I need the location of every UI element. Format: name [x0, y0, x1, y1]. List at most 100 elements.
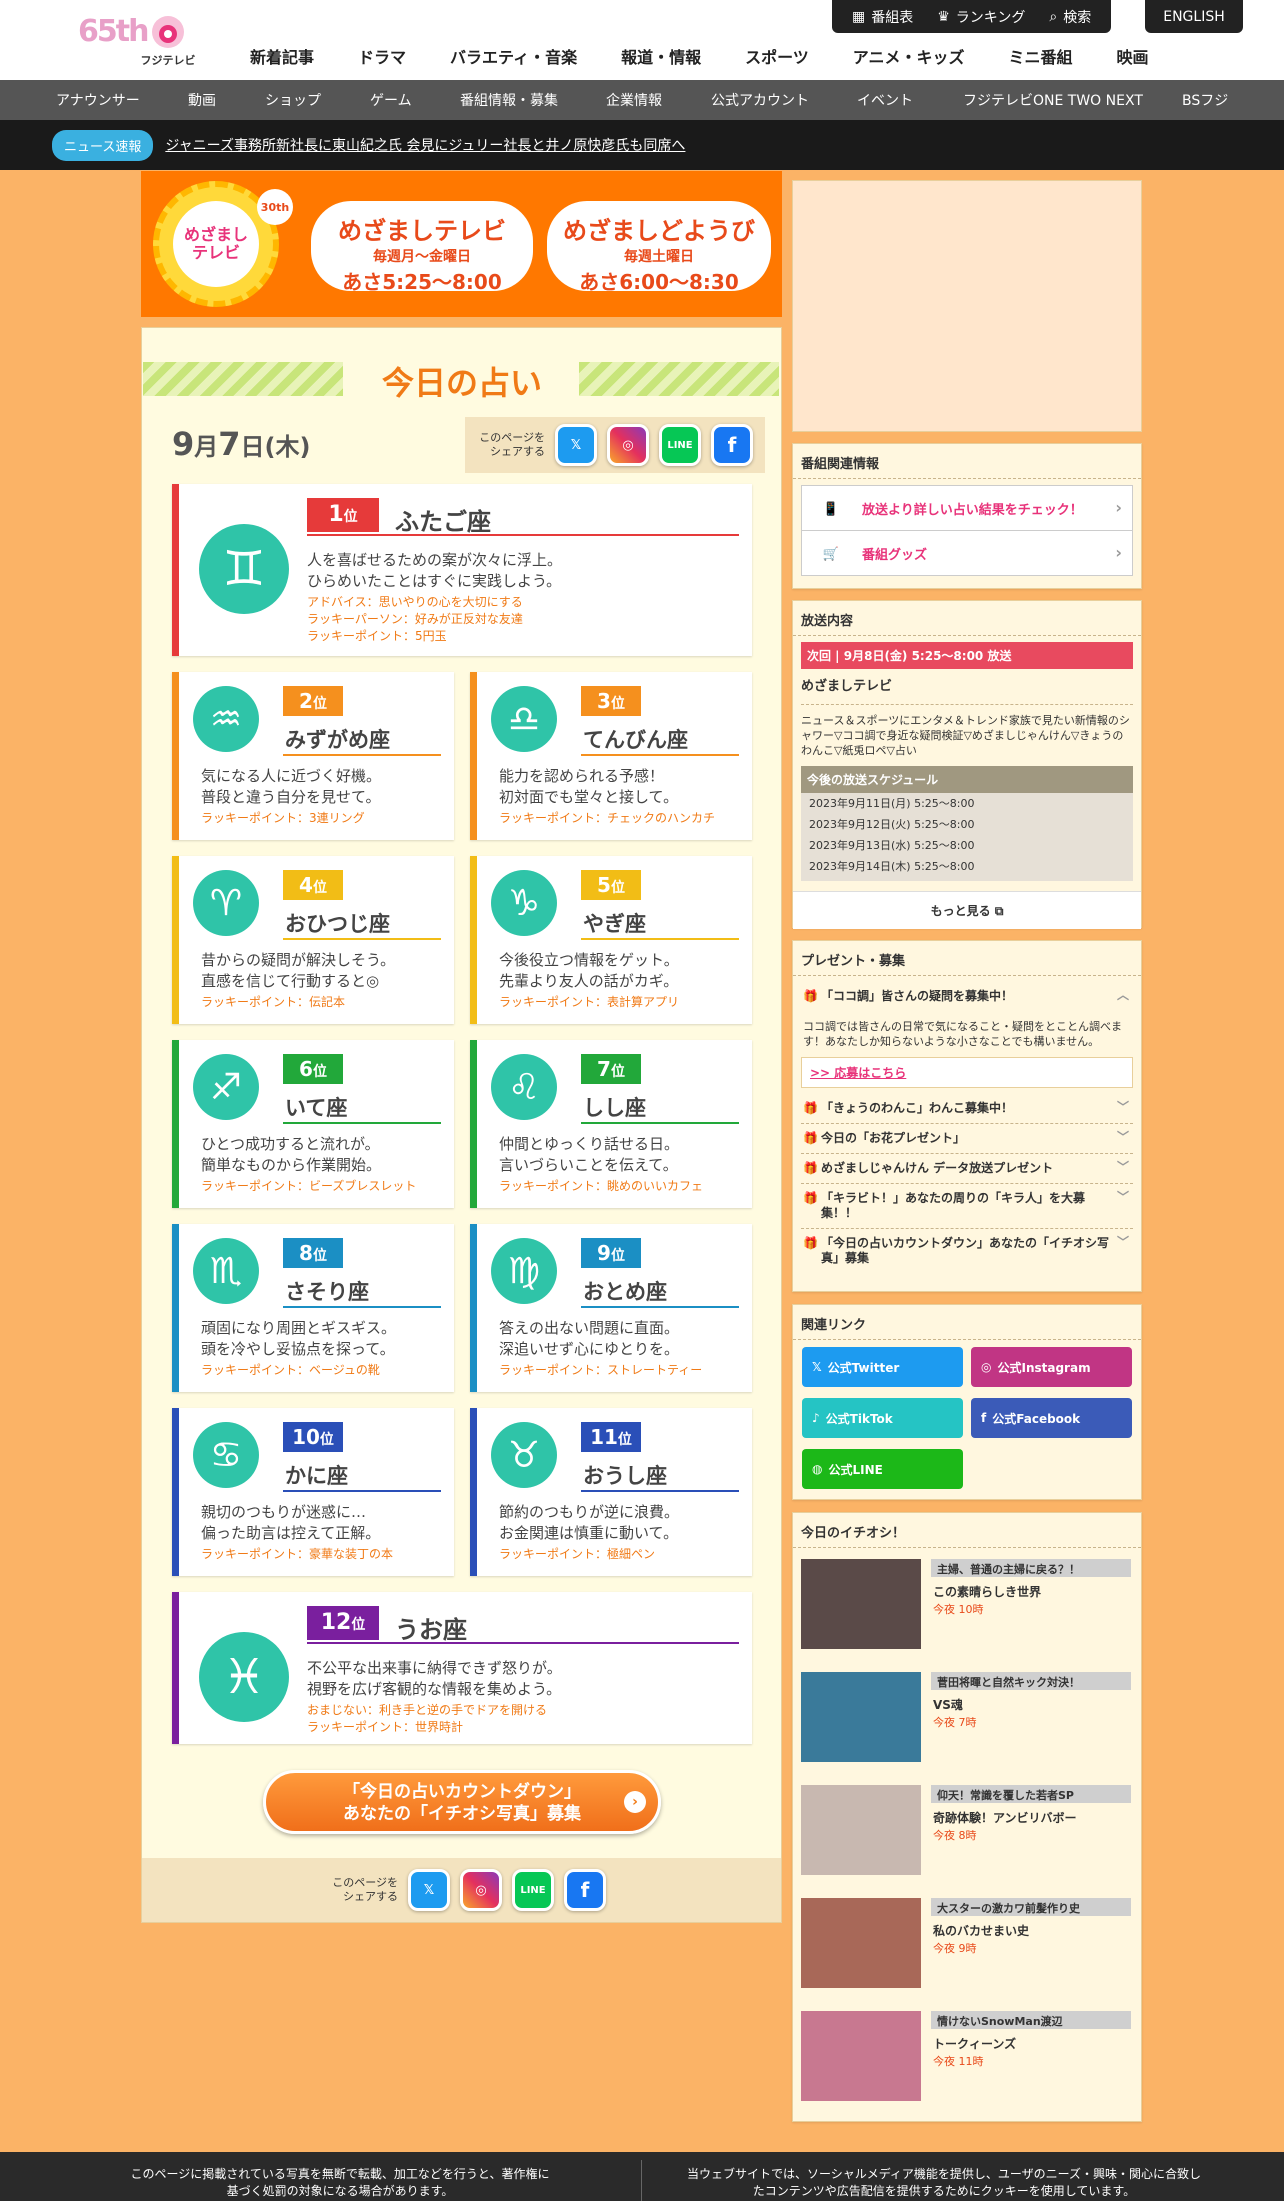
share-line-button-bottom[interactable]: LINE	[512, 1869, 554, 1911]
fortune-date: 9月7日(木)	[172, 425, 310, 463]
subnav-shop[interactable]: ショップ	[265, 90, 321, 110]
top-utility-bar: ▦ 番組表 ♛ ランキング ⌕ 検索	[832, 0, 1112, 33]
nav-report[interactable]: 報道・情報	[621, 44, 701, 68]
official-line-link[interactable]: ◍ 公式LINE	[802, 1449, 963, 1489]
pickup-item[interactable]: 菅田将暉と自然キック対決！ VS魂 今夜 7時	[801, 1672, 1133, 1764]
share-facebook-button-bottom[interactable]: f	[564, 1869, 606, 1911]
present-item[interactable]: 🎁 「キラビト！」あなたの周りの「キラ人」を大募集！！ ﹀	[801, 1184, 1133, 1229]
pickup-item[interactable]: 仰天！常識を覆した若者SP 奇跡体験！アンビリバボー 今夜 8時	[801, 1785, 1133, 1877]
rank-suffix: 位	[312, 880, 327, 896]
official-facebook-label: 公式Facebook	[992, 1411, 1081, 1426]
nav-drama[interactable]: ドラマ	[358, 44, 406, 68]
line-icon: LINE	[667, 439, 693, 451]
present-item[interactable]: 🎁 「今日の占いカウントダウン」あなたの「イチオシ写真」募集 ﹀	[801, 1229, 1133, 1273]
present-item[interactable]: 🎁 「きょうのわんこ」わんこ募集中！ ﹀	[801, 1094, 1133, 1124]
instagram-icon: ◎	[475, 1882, 487, 1898]
chevron-right-icon: ›	[1115, 543, 1122, 562]
fortune-detail-link[interactable]: 📱 放送より詳しい占い結果をチェック！ ›	[801, 485, 1133, 531]
zodiac-しし座-icon: ♌	[491, 1054, 557, 1120]
nav-news[interactable]: 新着記事	[250, 44, 314, 68]
present-item[interactable]: 🎁 めざましじゃんけん データ放送プレゼント ﹀	[801, 1154, 1133, 1184]
broadcast-box: 放送内容 次回 | 9月8日(金) 5:25〜8:00 放送 めざましテレビ ニ…	[792, 600, 1142, 929]
present-body: ココ調では皆さんの日常で気になること・疑問をとことん調べます！あなたしか知らない…	[803, 1020, 1122, 1048]
rank-suffix: 位	[312, 696, 327, 712]
lucky-item: ラッキーポイント：眺めのいいカフェ	[499, 1179, 704, 1193]
rank-badge: 12位	[307, 1606, 379, 1640]
facebook-icon: f	[981, 1411, 987, 1425]
countdown-photo-button[interactable]: 「今日の占いカウントダウン」 あなたの「イチオシ写真」募集 ›	[263, 1770, 661, 1834]
official-instagram-link[interactable]: ◎ 公式Instagram	[971, 1347, 1132, 1387]
related-info-box: 番組関連情報 📱 放送より詳しい占い結果をチェック！ › 🛒 番組グッズ ›	[792, 443, 1142, 589]
saturday-time: あさ6:00〜8:30	[579, 270, 739, 294]
official-twitter-link[interactable]: 𝕏 公式Twitter	[802, 1347, 963, 1387]
official-tiktok-link[interactable]: ♪ 公式TikTok	[802, 1398, 963, 1438]
subnav-program-info[interactable]: 番組情報・募集	[460, 90, 558, 110]
rank-number: 7	[597, 1057, 611, 1081]
fortune-card: ♋ 10位 かに座 親切のつもりが迷惑に… 偏った助言は控えて正解。 ラッキーポイ…	[172, 1408, 454, 1576]
lucky-item: ラッキーポイント：5円玉	[307, 629, 447, 643]
pickup-tag: 菅田将暉と自然キック対決！	[931, 1672, 1131, 1690]
share-instagram-button[interactable]: ◎	[607, 424, 649, 466]
pickup-thumbnail[interactable]	[801, 2011, 921, 2101]
present-item-label: 「キラビト！」あなたの周りの「キラ人」を大募集！！	[821, 1191, 1086, 1220]
nav-sports[interactable]: スポーツ	[745, 44, 809, 68]
tv-guide-link[interactable]: ▦ 番組表	[852, 7, 913, 27]
subnav-game[interactable]: ゲーム	[370, 90, 412, 110]
rank-suffix: 位	[343, 509, 358, 525]
zodiac-みずがめ座-icon: ♒	[193, 686, 259, 752]
weekday-program-pill[interactable]: めざましテレビ 毎週月〜金曜日 あさ5:25〜8:00	[311, 201, 533, 294]
subnav-official-accounts[interactable]: 公式アカウント	[711, 90, 809, 110]
countdown-line2: あなたの「イチオシ写真」募集	[343, 1804, 581, 1824]
nav-anime[interactable]: アニメ・キッズ	[853, 44, 965, 68]
share-twitter-button[interactable]: 𝕏	[555, 424, 597, 466]
footer-copyright-note: このページに掲載されている写真を無断で転載、加工などを行うと、著作権に基づく処罰…	[130, 2167, 550, 2198]
ranking-link[interactable]: ♛ ランキング	[937, 7, 1025, 27]
mezamashi-banner[interactable]: めざまし テレビ 30th めざましテレビ 毎週月〜金曜日 あさ5:25〜8:0…	[141, 171, 782, 317]
fujitv-logo[interactable]: フジテレビ	[138, 10, 198, 67]
saturday-days: 毎週土曜日	[624, 249, 694, 265]
lucky-info: ラッキーポイント：ストレートティー	[499, 1362, 702, 1379]
english-button[interactable]: ENGLISH	[1145, 0, 1243, 33]
nav-movie[interactable]: 映画	[1116, 44, 1148, 68]
breaking-news-badge: ニュース速報	[52, 129, 154, 161]
nav-variety[interactable]: バラエティ・音楽	[450, 44, 577, 68]
pickup-thumbnail[interactable]	[801, 1559, 921, 1649]
subnav-one-two-next[interactable]: フジテレビONE TWO NEXT	[963, 90, 1143, 110]
pickup-thumbnail[interactable]	[801, 1785, 921, 1875]
official-facebook-link[interactable]: f 公式Facebook	[971, 1398, 1132, 1438]
pickup-item[interactable]: 大スターの激カワ前髪作り史 私のバカせまい史 今夜 9時	[801, 1898, 1133, 1990]
chevron-down-icon: ﹀	[1116, 1100, 1129, 1114]
fortune-text: ひとつ成功すると流れが。 簡単なものから作業開始。	[201, 1134, 381, 1176]
pickup-item[interactable]: 主婦、普通の主婦に戻る？！ この素晴らしき世界 今夜 10時	[801, 1559, 1133, 1651]
more-schedule-button[interactable]: もっと見る ⧉	[793, 891, 1141, 929]
goods-link[interactable]: 🛒 番組グッズ ›	[801, 530, 1133, 576]
breaking-news-link[interactable]: ジャニーズ事務所新社長に東山紀之氏 会見にジュリー社長と井ノ原快彦氏も同席へ	[165, 135, 685, 155]
present-item-label: めざましじゃんけん データ放送プレゼント	[821, 1161, 1054, 1175]
subnav-announcer[interactable]: アナウンサー	[56, 90, 140, 110]
subnav-corporate[interactable]: 企業情報	[606, 90, 662, 110]
schedule-item: 2023年9月11日(月) 5:25〜8:00	[809, 797, 975, 810]
share-line-button[interactable]: LINE	[659, 424, 701, 466]
subnav-video[interactable]: 動画	[188, 90, 216, 110]
share-twitter-button-bottom[interactable]: 𝕏	[408, 1869, 450, 1911]
present-item-open[interactable]: 🎁 「ココ調」皆さんの疑問を募集中！ ︿	[801, 982, 1133, 1011]
search-link[interactable]: ⌕ 検索	[1049, 7, 1091, 27]
65th-logo[interactable]: 65th	[78, 14, 149, 60]
pickup-item[interactable]: 情けないSnowMan渡辺 トークィーンズ 今夜 11時	[801, 2011, 1133, 2103]
share-facebook-button[interactable]: f	[711, 424, 753, 466]
present-item[interactable]: 🎁 今日の「お花プレゼント」 ﹀	[801, 1124, 1133, 1154]
apply-link[interactable]: >> 応募はこちら	[801, 1057, 1133, 1088]
sign-underline	[581, 754, 739, 756]
subnav-event[interactable]: イベント	[857, 90, 913, 110]
pickup-thumbnail[interactable]	[801, 1898, 921, 1988]
saturday-program-pill[interactable]: めざましどようび 毎週土曜日 あさ6:00〜8:30	[547, 201, 771, 294]
subnav-bsfuji[interactable]: BSフジ	[1182, 90, 1228, 110]
pickup-thumbnail[interactable]	[801, 1672, 921, 1762]
gift-icon: 🎁	[803, 1161, 818, 1175]
share-instagram-button-bottom[interactable]: ◎	[460, 1869, 502, 1911]
sign-underline	[283, 754, 441, 756]
lucky-item: ラッキーポイント：ストレートティー	[499, 1363, 703, 1377]
rank-badge: 6位	[283, 1054, 343, 1084]
nav-mini[interactable]: ミニ番組	[1008, 44, 1072, 68]
ad-slot[interactable]	[792, 180, 1142, 432]
